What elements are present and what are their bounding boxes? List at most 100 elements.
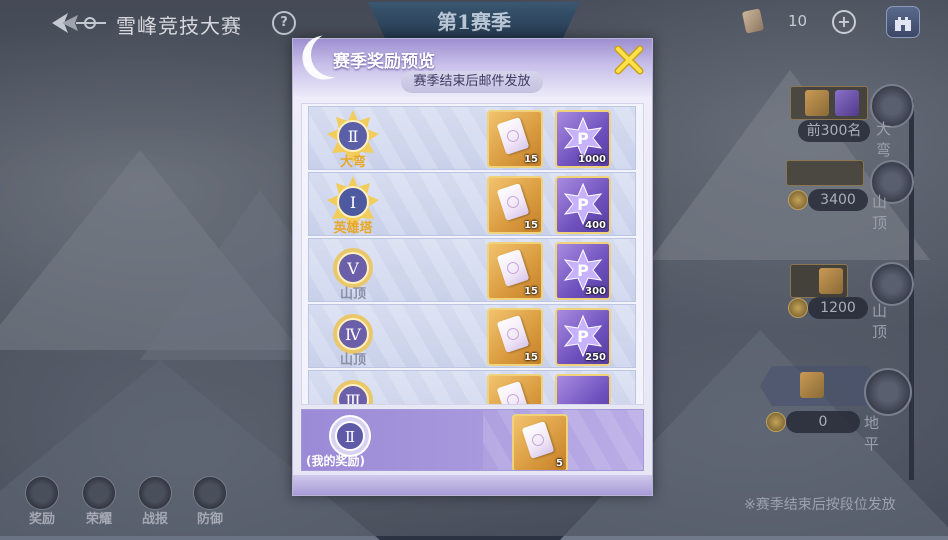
my-reward-label: (我的奖励) bbox=[306, 454, 365, 468]
ladder-footnote: ※赛季结束后按段位发放 bbox=[744, 497, 896, 513]
gift-icon bbox=[25, 476, 59, 510]
nav-rewards-button[interactable]: 奖励 bbox=[24, 476, 60, 527]
reward-qty: 15 bbox=[524, 220, 538, 231]
coin-icon bbox=[766, 412, 786, 432]
rank-name: 山顶 bbox=[339, 353, 366, 368]
rank-badge-icon: Ⅲ bbox=[333, 380, 373, 405]
reward-qty: 1000 bbox=[578, 154, 606, 165]
back-button[interactable] bbox=[50, 10, 108, 36]
help-button[interactable]: ? bbox=[272, 11, 296, 35]
svg-text:Ⅰ: Ⅰ bbox=[350, 193, 356, 212]
coin-icon bbox=[788, 298, 808, 318]
ticket-count: 10 bbox=[788, 12, 808, 30]
rank-threshold: 前300名 bbox=[798, 120, 870, 142]
points-reward-card[interactable] bbox=[555, 374, 611, 404]
reward-qty: 400 bbox=[585, 220, 606, 231]
nav-label: 防御 bbox=[196, 512, 223, 527]
castle-button[interactable] bbox=[886, 6, 920, 38]
ticket-reward-card[interactable]: 15 bbox=[487, 242, 543, 300]
crown-icon bbox=[82, 476, 116, 510]
ticket-icon bbox=[819, 268, 843, 294]
p-star-icon: P bbox=[563, 249, 603, 291]
rank-name: 地平 bbox=[864, 414, 880, 453]
points-reward-card[interactable]: P 1000 bbox=[555, 110, 611, 168]
ticket-reward-card[interactable] bbox=[487, 374, 543, 404]
ticket-icon bbox=[741, 8, 765, 34]
p-star-icon: P bbox=[563, 183, 603, 225]
svg-text:Ⅱ: Ⅱ bbox=[345, 428, 355, 446]
reward-row: Ⅱ 大弯 15 P 1000 bbox=[308, 106, 636, 170]
reward-row: Ⅰ 英雄塔 15 P 400 bbox=[308, 172, 636, 236]
ticket-icon bbox=[496, 315, 530, 353]
season-title: 第1赛季 bbox=[437, 10, 511, 34]
points-reward-card[interactable]: P 400 bbox=[555, 176, 611, 234]
rank-name: 山顶 bbox=[339, 287, 366, 302]
rank-threshold: 1200 bbox=[808, 297, 868, 319]
reward-row: Ⅳ 山顶 15 P 250 bbox=[308, 304, 636, 368]
nav-battle-report-button[interactable]: 战报 bbox=[137, 476, 173, 527]
ticket-icon bbox=[805, 90, 829, 116]
ticket-reward-card[interactable]: 15 bbox=[487, 110, 543, 168]
close-button[interactable] bbox=[612, 43, 646, 77]
my-ticket-reward-card[interactable]: 5 bbox=[512, 414, 568, 470]
nav-label: 荣耀 bbox=[85, 512, 112, 527]
season-reward-preview-modal: 赛季奖励预览 赛季结束后邮件发放 Ⅱ 大弯 15 P 1000 Ⅰ 英雄塔 15… bbox=[292, 38, 653, 496]
rank-name: 大弯 bbox=[339, 155, 366, 170]
rank-name: 山顶 bbox=[872, 193, 888, 232]
reward-qty: 15 bbox=[524, 154, 538, 165]
modal-subtitle: 赛季结束后邮件发放 bbox=[401, 71, 543, 93]
p-star-icon: P bbox=[563, 117, 603, 159]
rank-threshold: 0 bbox=[786, 411, 860, 433]
shield-icon bbox=[193, 476, 227, 510]
nav-defense-button[interactable]: 防御 bbox=[192, 476, 228, 527]
rank-reward-icons bbox=[786, 160, 864, 186]
nav-honor-button[interactable]: 荣耀 bbox=[81, 476, 117, 527]
reward-qty: 250 bbox=[585, 352, 606, 363]
add-ticket-button[interactable]: + bbox=[832, 10, 856, 34]
ticket-icon bbox=[496, 249, 530, 287]
p-star-icon: P bbox=[563, 315, 603, 357]
nav-label: 战报 bbox=[141, 512, 168, 527]
svg-text:P: P bbox=[577, 261, 589, 280]
svg-text:P: P bbox=[577, 195, 589, 214]
points-reward-card[interactable]: P 300 bbox=[555, 242, 611, 300]
rank-reward-icons bbox=[790, 264, 848, 298]
modal-title: 赛季奖励预览 bbox=[333, 52, 435, 72]
svg-text:Ⅱ: Ⅱ bbox=[348, 127, 359, 146]
points-reward-card[interactable]: P 250 bbox=[555, 308, 611, 366]
ticket-icon bbox=[521, 421, 555, 459]
svg-text:P: P bbox=[577, 129, 589, 148]
nav-label: 奖励 bbox=[28, 512, 55, 527]
rank-name: 大弯 bbox=[876, 120, 892, 159]
ticket-icon bbox=[800, 372, 824, 398]
ticket-reward-card[interactable]: 15 bbox=[487, 308, 543, 366]
reward-row: Ⅴ 山顶 15 P 300 bbox=[308, 238, 636, 302]
rank-threshold: 3400 bbox=[808, 189, 868, 211]
rank-name: 英雄塔 bbox=[333, 221, 373, 236]
svg-text:P: P bbox=[577, 327, 589, 346]
modal-footer-decoration bbox=[293, 475, 652, 495]
ticket-icon bbox=[496, 183, 530, 221]
reward-qty: 5 bbox=[556, 458, 563, 469]
svg-text:Ⅳ: Ⅳ bbox=[345, 325, 362, 344]
reward-qty: 300 bbox=[585, 286, 606, 297]
reward-qty: 15 bbox=[524, 286, 538, 297]
scroll-icon bbox=[138, 476, 172, 510]
svg-text:Ⅲ: Ⅲ bbox=[345, 391, 360, 405]
points-icon bbox=[835, 90, 859, 116]
reward-qty: 15 bbox=[524, 352, 538, 363]
ticket-icon bbox=[496, 381, 530, 404]
back-arrow-icon bbox=[52, 13, 106, 33]
svg-text:Ⅴ: Ⅴ bbox=[346, 259, 359, 278]
reward-list[interactable]: Ⅱ 大弯 15 P 1000 Ⅰ 英雄塔 15 P 400 Ⅴ 山顶 15 P … bbox=[301, 103, 644, 405]
ticket-reward-card[interactable]: 15 bbox=[487, 176, 543, 234]
reward-row: Ⅲ bbox=[308, 370, 636, 405]
rank-reward-icons bbox=[790, 86, 868, 120]
rank-badge-icon bbox=[864, 368, 912, 416]
castle-icon bbox=[895, 17, 911, 31]
my-reward-row: Ⅱ (我的奖励) 5 bbox=[301, 409, 644, 471]
close-icon bbox=[614, 45, 644, 75]
ticket-icon bbox=[496, 117, 530, 155]
coin-icon bbox=[788, 190, 808, 210]
page-title: 雪峰竞技大赛 bbox=[116, 14, 242, 38]
